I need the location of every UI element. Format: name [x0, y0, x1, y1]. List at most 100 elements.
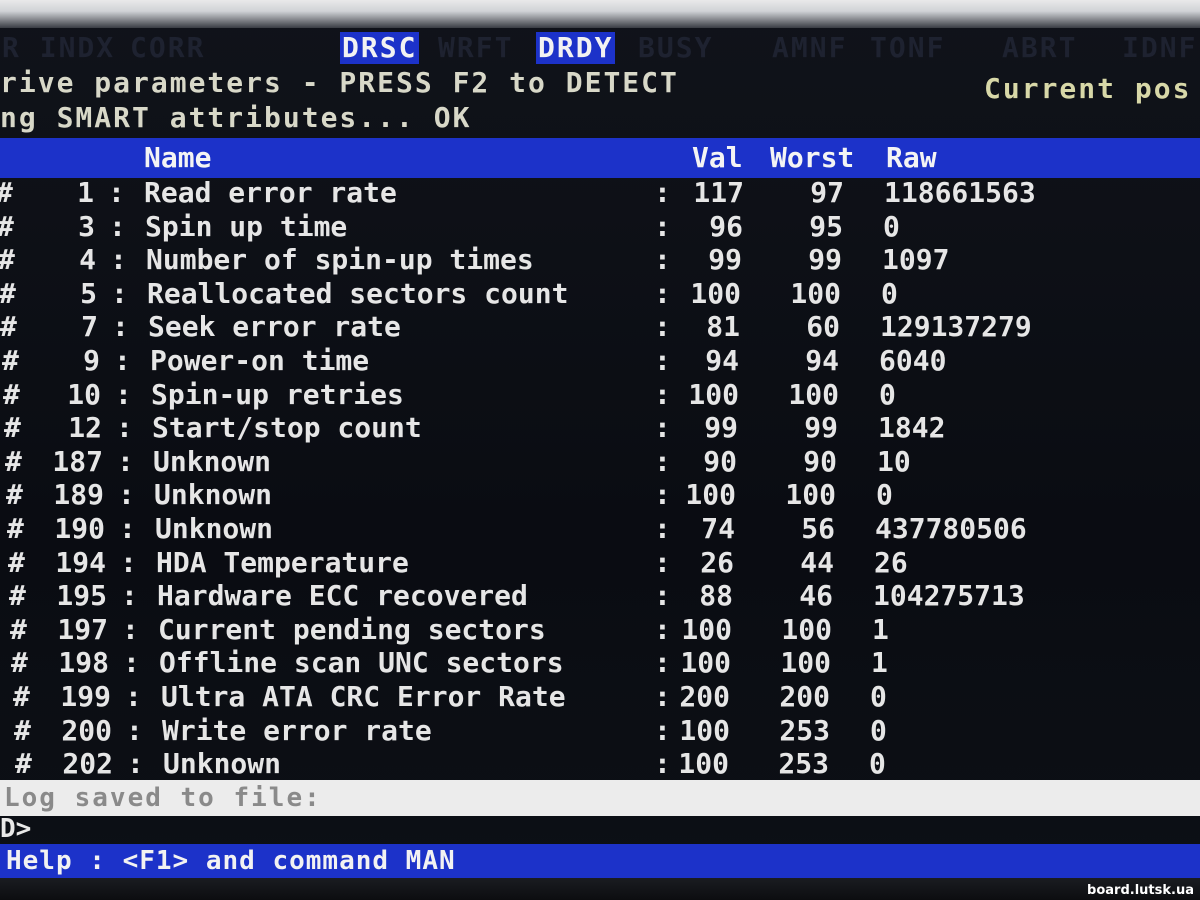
- attribute-name: Current pending sectors: [158, 613, 546, 646]
- row-separator: :: [117, 445, 134, 478]
- row-separator: :: [123, 646, 140, 679]
- row-marker: #: [13, 680, 30, 713]
- row-separator: :: [109, 210, 126, 243]
- attribute-val: 100: [685, 478, 736, 511]
- attribute-worst: 100: [788, 378, 839, 411]
- attribute-id: 7: [81, 310, 98, 343]
- attribute-id: 198: [58, 646, 109, 679]
- row-marker: #: [2, 344, 19, 377]
- status-flag-wrft: WRFT: [438, 31, 514, 64]
- table-row: #190: Unknown:74 56 437780506: [0, 512, 1200, 545]
- attribute-id: 10: [67, 378, 101, 411]
- attribute-raw: 1: [872, 613, 889, 646]
- row-marker: #: [0, 243, 15, 276]
- attribute-worst: 94: [805, 344, 839, 377]
- attribute-worst: 100: [781, 613, 832, 646]
- attribute-val: 90: [703, 445, 737, 478]
- status-flag-idnf: IDNF: [1122, 31, 1198, 64]
- row-separator: :: [126, 714, 143, 747]
- attribute-val: 74: [701, 512, 735, 545]
- row-marker: #: [0, 277, 16, 310]
- terminal-screen: R INDX CORR DRSC WRFT DRDY BUSY AMNF TONF ABRT ID…: [0, 0, 1200, 900]
- row-separator: :: [125, 680, 142, 713]
- attribute-id: 195: [56, 579, 107, 612]
- attribute-id: 3: [78, 210, 95, 243]
- attribute-name: Offline scan UNC sectors: [159, 646, 564, 679]
- table-row: #187: Unknown:90 90 10: [0, 445, 1200, 478]
- row-separator: :: [122, 613, 139, 646]
- attribute-val: 81: [706, 310, 740, 343]
- attribute-worst: 44: [800, 546, 834, 579]
- smart-status-line: ng SMART attributes... OK: [0, 101, 472, 134]
- attribute-name: HDA Temperature: [156, 546, 409, 579]
- table-row: #195: Hardware ECC recovered:88 46 10427571…: [0, 579, 1200, 612]
- table-row: #1:Read error rate:11797118661563: [0, 176, 1200, 209]
- attribute-raw: 1097: [882, 243, 950, 276]
- attribute-worst: 253: [779, 714, 830, 747]
- attribute-id: 187: [52, 445, 103, 478]
- row-marker: #: [15, 747, 32, 780]
- row-marker: #: [3, 378, 20, 411]
- attribute-name: Spin-up retries: [151, 378, 404, 411]
- table-row: #10: Spin-up retries:100 100 0: [0, 378, 1200, 411]
- attribute-name: Spin up time: [145, 210, 348, 243]
- row-marker: #: [10, 613, 27, 646]
- attribute-name: Unknown: [155, 512, 274, 545]
- attribute-worst: 100: [785, 478, 836, 511]
- status-flag-drdy: DRDY: [536, 31, 616, 64]
- attribute-raw: 10: [877, 445, 911, 478]
- header-name: Name: [144, 141, 212, 174]
- attribute-name: Seek error rate: [148, 310, 401, 343]
- row-marker: #: [4, 411, 21, 444]
- status-flags-bar: R INDX CORR DRSC WRFT DRDY BUSY AMNF TONF ABRT ID…: [0, 30, 1200, 64]
- table-row: #12: Start/stop count:99 99 1842: [0, 411, 1200, 444]
- table-row: #189: Unknown:100 100 0: [0, 478, 1200, 511]
- attribute-val: 100: [679, 714, 730, 747]
- attribute-id: 12: [68, 411, 102, 444]
- row-separator: :: [127, 747, 144, 780]
- attribute-id: 4: [79, 243, 96, 276]
- attribute-raw: 118661563: [884, 176, 1036, 209]
- row-marker: #: [7, 512, 24, 545]
- row-separator: :: [115, 378, 132, 411]
- watermark: board.lutsk.ua: [1087, 883, 1194, 898]
- attribute-worst: 46: [799, 579, 833, 612]
- attribute-id: 197: [57, 613, 108, 646]
- attribute-raw: 0: [881, 277, 898, 310]
- attribute-val: 100: [690, 277, 741, 310]
- row-marker: #: [11, 646, 28, 679]
- attribute-name: Unknown: [154, 478, 273, 511]
- row-separator: :: [112, 310, 129, 343]
- attribute-id: 200: [61, 714, 112, 747]
- attribute-raw: 6040: [879, 344, 947, 377]
- status-flag-r-indx: R INDX: [2, 31, 116, 64]
- attribute-val: 200: [679, 680, 730, 713]
- attribute-worst: 99: [804, 411, 838, 444]
- attribute-worst: 100: [780, 646, 831, 679]
- row-separator: :: [114, 344, 131, 377]
- attribute-val: 100: [688, 378, 739, 411]
- row-separator: :: [119, 512, 136, 545]
- attribute-name: Unknown: [163, 747, 282, 780]
- attribute-raw: 0: [869, 747, 886, 780]
- row-marker: #: [0, 310, 17, 343]
- attribute-name: Start/stop count: [152, 411, 422, 444]
- attribute-id: 194: [55, 546, 106, 579]
- status-flag-corr: CORR: [130, 31, 206, 64]
- attribute-val: 117: [693, 176, 744, 209]
- row-marker: #: [8, 546, 25, 579]
- row-separator: :: [116, 411, 133, 444]
- attribute-id: 202: [62, 747, 113, 780]
- status-flag-busy: BUSY: [638, 31, 714, 64]
- table-row: #7: Seek error rate:81 60 129137279: [0, 310, 1200, 343]
- drive-parameters-line: rive parameters - PRESS F2 to DETECT: [0, 66, 679, 99]
- row-separator: :: [118, 478, 135, 511]
- attribute-raw: 0: [870, 714, 887, 747]
- status-flag-abrt: ABRT: [1002, 31, 1078, 64]
- status-flag-amnf: AMNF: [772, 31, 848, 64]
- command-prompt[interactable]: D>: [0, 814, 31, 844]
- attribute-name: Hardware ECC recovered: [157, 579, 528, 612]
- table-row: #4:Number of spin-up times:99991097: [0, 243, 1200, 276]
- attribute-worst: 97: [810, 176, 844, 209]
- attribute-val: 100: [680, 646, 731, 679]
